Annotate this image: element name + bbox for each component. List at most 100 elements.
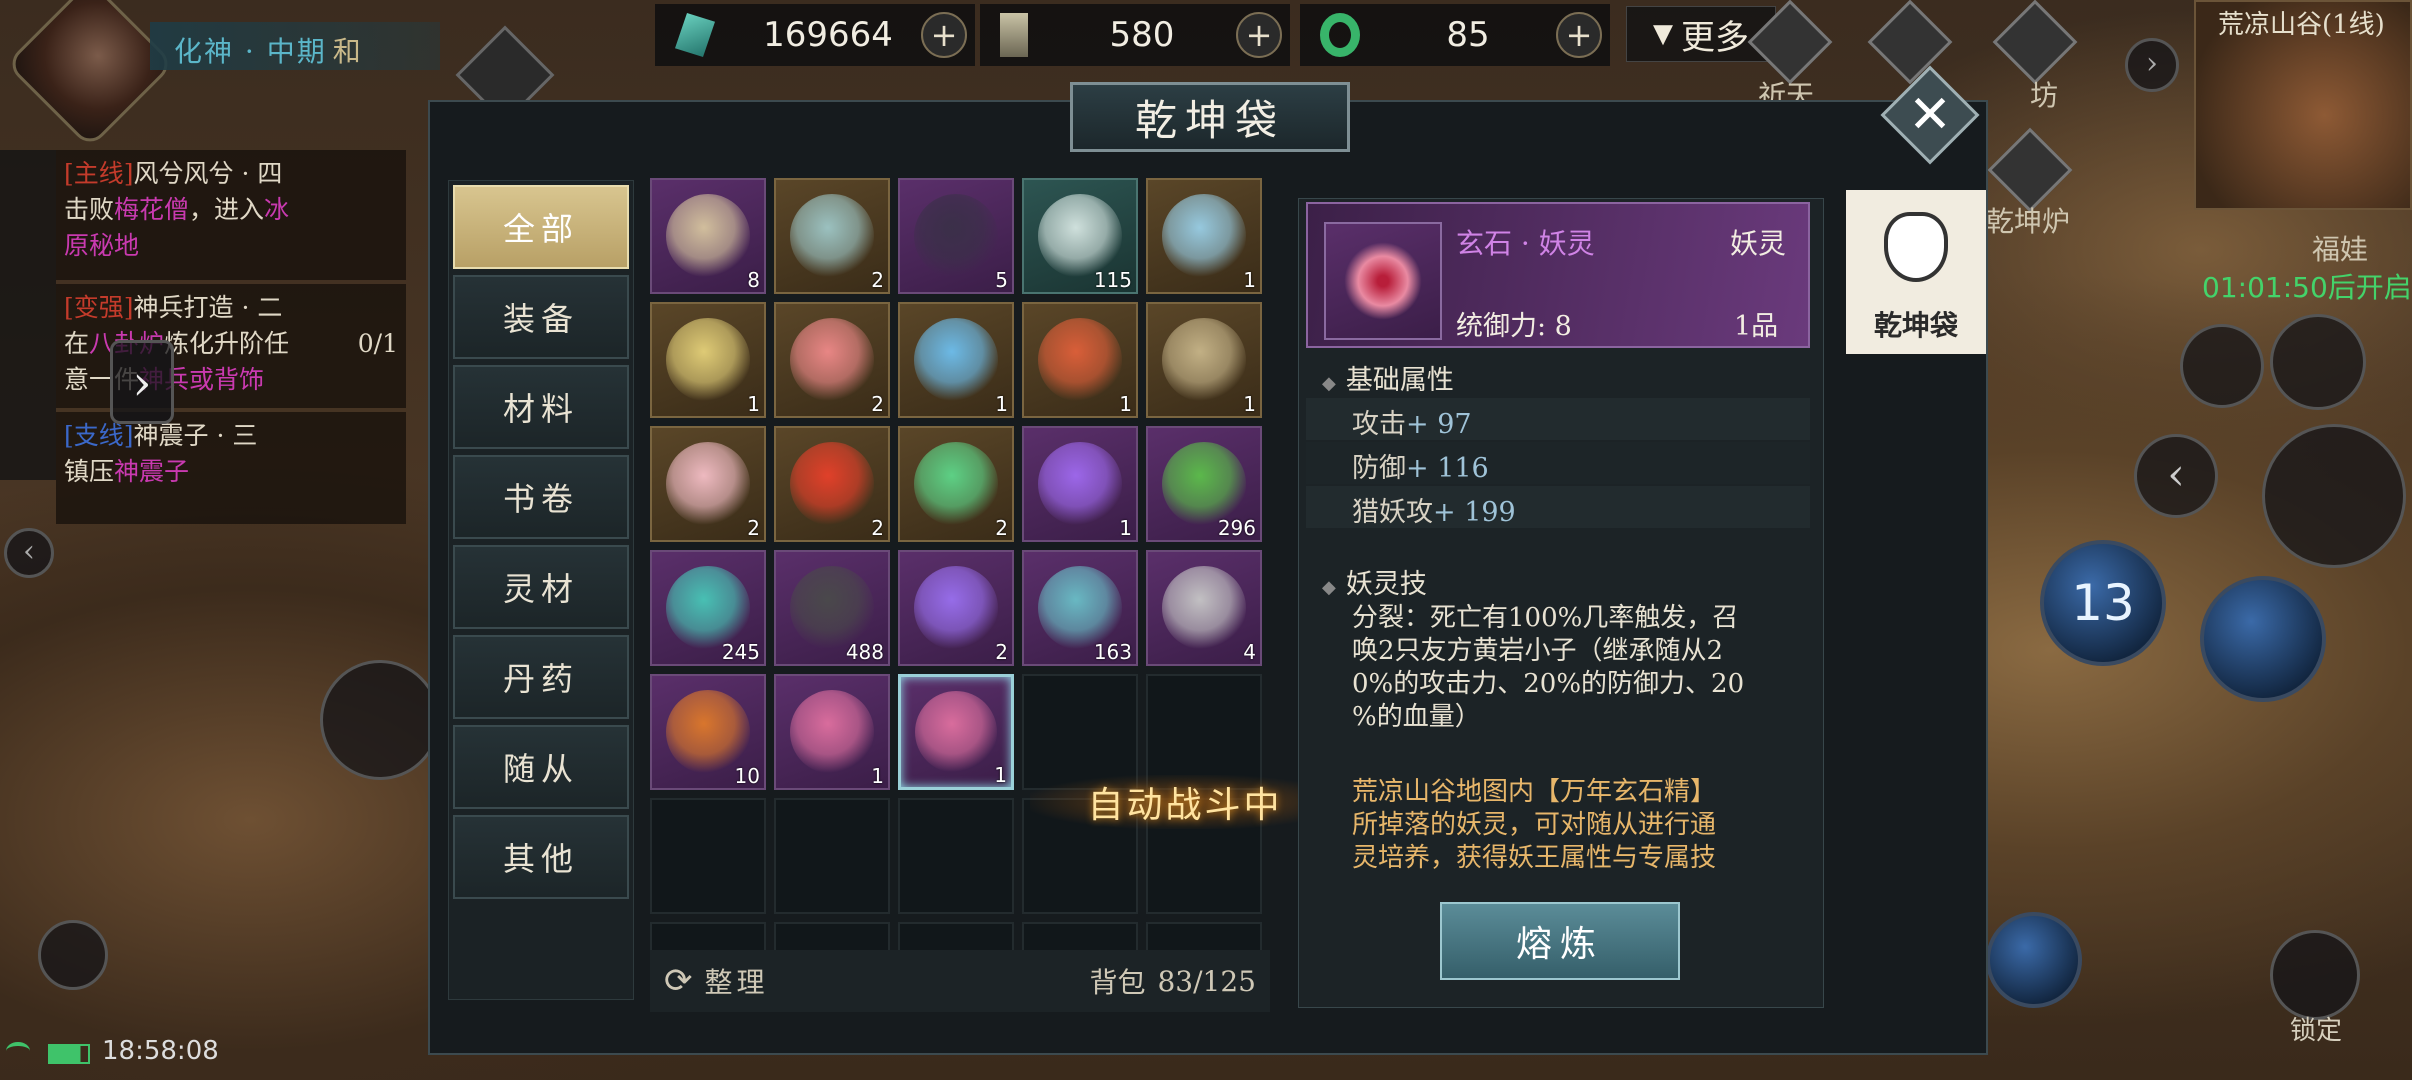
item-slot[interactable]: 1 (650, 302, 766, 418)
capacity-label: 背包 (1089, 966, 1146, 999)
quest-side-tab[interactable] (0, 150, 56, 480)
item-slot[interactable]: 10 (650, 674, 766, 790)
item-slot[interactable]: 2 (774, 426, 890, 542)
lock-target-button[interactable] (2270, 930, 2360, 1020)
tab-all[interactable]: 全部 (453, 185, 629, 269)
green-ring-icon (1320, 13, 1360, 57)
item-slot[interactable]: 2 (650, 426, 766, 542)
pet-wolf-icon[interactable] (38, 920, 108, 990)
wave-skill-icon[interactable] (1986, 912, 2082, 1008)
item-slot[interactable]: 5 (898, 178, 1014, 294)
item-lore: 荒凉山谷地图内【万年玄石精】 所掉落的妖灵，可对随从进行通 灵培养，获得妖王属性… (1352, 777, 1717, 873)
vase-icon (1038, 194, 1122, 278)
item-type: 妖灵 (1730, 227, 1787, 260)
item-count: 1 (1119, 516, 1132, 540)
item-slot-selected[interactable]: 1 (898, 674, 1014, 790)
item-count: 2 (871, 268, 884, 292)
bag-title: 乾坤袋 (1070, 82, 1350, 152)
add-ring-button[interactable]: + (1556, 12, 1602, 58)
lock-label: 锁定 (2290, 1016, 2343, 1046)
amber-crystal-icon (666, 690, 750, 774)
token-icon (1000, 13, 1028, 57)
item-slot[interactable]: 245 (650, 550, 766, 666)
empty-slot[interactable] (774, 798, 890, 914)
auto-battle-indicator: 自动战斗中 (1030, 775, 1340, 829)
quest-side[interactable]: [支线]神震子 · 三 镇压神震子 (56, 412, 406, 524)
tab-books[interactable]: 书卷 (453, 455, 629, 539)
tab-companions[interactable]: 随从 (453, 725, 629, 809)
item-count: 296 (1217, 516, 1256, 540)
item-slot[interactable]: 1 (1022, 302, 1138, 418)
empty-slot[interactable] (1022, 674, 1138, 790)
joystick[interactable] (320, 660, 440, 780)
item-slot[interactable]: 2 (898, 426, 1014, 542)
item-slot[interactable]: 4 (1146, 550, 1262, 666)
pouch-icon (1884, 212, 1948, 282)
quest-strengthen[interactable]: [变强]神兵打造 · 二 在八卦炉炼化升阶任0/1 意一件神兵或背饰 (56, 284, 406, 408)
quest-main[interactable]: [主线]风兮风兮 · 四 击败梅花僧，进入冰 原秘地 (56, 150, 406, 280)
empty-slot[interactable] (1146, 674, 1262, 790)
item-grade: 1品 (1734, 311, 1779, 342)
tab-materials[interactable]: 材料 (453, 365, 629, 449)
side-tab-qiankun-bag[interactable]: 乾坤袋 (1846, 190, 1986, 354)
refresh-icon[interactable]: ⟳ (664, 961, 693, 1001)
stat-row: 猎妖攻+ 199 (1306, 486, 1810, 528)
item-slot[interactable]: 1 (898, 302, 1014, 418)
lotus-icon (666, 442, 750, 526)
quest-expand-arrow-icon[interactable]: › (110, 340, 174, 424)
side-label-furnace: 乾坤炉 (1986, 205, 2071, 238)
item-slot[interactable]: 1 (1146, 178, 1262, 294)
cross-skill-icon[interactable] (2200, 576, 2326, 702)
green-drop-icon (914, 442, 998, 526)
minimap[interactable]: 荒凉山谷(1线) (2194, 0, 2412, 210)
spirit-spore-icon (915, 691, 997, 773)
resource-ring: 85 + (1300, 4, 1610, 66)
smelt-button[interactable]: 熔炼 (1440, 902, 1680, 980)
tab-equipment[interactable]: 装备 (453, 275, 629, 359)
bag-pouch-icon[interactable] (2180, 324, 2264, 408)
item-count: 1 (995, 392, 1008, 416)
add-jade-button[interactable]: + (921, 12, 967, 58)
more-button[interactable]: ▼ 更多 (1626, 6, 1776, 62)
item-slot[interactable]: 1 (1146, 302, 1262, 418)
back-arrow-icon[interactable]: ‹ (2134, 434, 2218, 518)
item-slot[interactable]: 8 (650, 178, 766, 294)
item-count: 2 (995, 516, 1008, 540)
empty-slot[interactable] (898, 798, 1014, 914)
collapse-left-icon[interactable]: ‹ (4, 528, 54, 578)
item-count: 488 (845, 640, 884, 664)
teal-leaf-icon (666, 566, 750, 650)
item-slot[interactable]: 1 (774, 674, 890, 790)
swirl-skill-icon[interactable] (2270, 314, 2366, 410)
crystal-pile-icon (1162, 194, 1246, 278)
add-token-button[interactable]: + (1236, 12, 1282, 58)
tab-spirit-materials[interactable]: 灵材 (453, 545, 629, 629)
item-slot[interactable]: 163 (1022, 550, 1138, 666)
empty-slot[interactable] (650, 798, 766, 914)
teal-powder-icon (1038, 566, 1122, 650)
item-slot[interactable]: 488 (774, 550, 890, 666)
tab-pills[interactable]: 丹药 (453, 635, 629, 719)
bag-footer: ⟳ 整理 背包 83/125 (650, 950, 1270, 1012)
skill-title: ◆ 妖灵技 (1322, 569, 1427, 600)
arrow-right-icon[interactable]: › (2125, 38, 2179, 92)
category-tabs: 全部 装备 材料 书卷 灵材 丹药 随从 其他 (448, 180, 634, 1000)
resource-jade: 169664 + (655, 4, 975, 66)
item-slot[interactable]: 296 (1146, 426, 1262, 542)
item-slot[interactable]: 2 (774, 178, 890, 294)
purple-flower-icon (1038, 442, 1122, 526)
cultivation-rank: 化神 · 中期和 (150, 22, 440, 70)
item-slot[interactable]: 2 (774, 302, 890, 418)
sand-bowl-icon (666, 318, 750, 402)
item-slot[interactable]: 2 (898, 550, 1014, 666)
stat-row: 攻击+ 97 (1306, 398, 1810, 440)
slash-skill-icon[interactable] (2262, 424, 2406, 568)
sort-button[interactable]: 整理 (705, 961, 769, 1001)
item-grid: 8 2 5 115 1 1 2 1 1 1 2 2 2 1 296 245 488 2 163 4 10 1 1 (650, 178, 1270, 978)
item-slot[interactable]: 1 (1022, 426, 1138, 542)
tab-other[interactable]: 其他 (453, 815, 629, 899)
spirit-spore-icon (790, 690, 874, 774)
skill-level-icon[interactable]: 13 (2040, 540, 2166, 666)
side-label-workshop: 坊 (2030, 79, 2059, 112)
item-slot[interactable]: 115 (1022, 178, 1138, 294)
